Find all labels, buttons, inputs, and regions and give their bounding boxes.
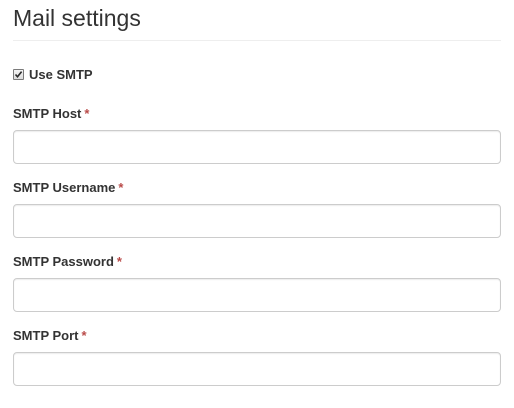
smtp-password-label: SMTP Password * [13, 254, 501, 270]
title-divider [13, 40, 501, 41]
smtp-host-input[interactable] [13, 130, 501, 164]
smtp-port-label: SMTP Port * [13, 328, 501, 344]
use-smtp-checkbox[interactable] [13, 68, 24, 80]
required-mark: * [81, 328, 87, 343]
smtp-port-input[interactable] [13, 352, 501, 386]
smtp-host-group: SMTP Host * [13, 106, 501, 164]
page-title: Mail settings [13, 5, 141, 31]
smtp-port-group: SMTP Port * [13, 328, 501, 386]
required-mark: * [118, 180, 124, 195]
checkmark-icon [14, 70, 23, 78]
smtp-username-label: SMTP Username * [13, 180, 501, 196]
required-mark: * [84, 106, 90, 121]
smtp-password-label-text: SMTP Password [13, 254, 114, 269]
smtp-host-label: SMTP Host * [13, 106, 501, 122]
smtp-host-label-text: SMTP Host [13, 106, 82, 121]
smtp-password-group: SMTP Password * [13, 254, 501, 312]
smtp-port-label-text: SMTP Port [13, 328, 79, 343]
smtp-username-label-text: SMTP Username [13, 180, 116, 195]
use-smtp-option[interactable]: Use SMTP [13, 65, 93, 83]
required-mark: * [116, 254, 122, 269]
smtp-password-input[interactable] [13, 278, 501, 312]
use-smtp-label: Use SMTP [29, 66, 93, 82]
smtp-username-group: SMTP Username * [13, 180, 501, 238]
smtp-username-input[interactable] [13, 204, 501, 238]
